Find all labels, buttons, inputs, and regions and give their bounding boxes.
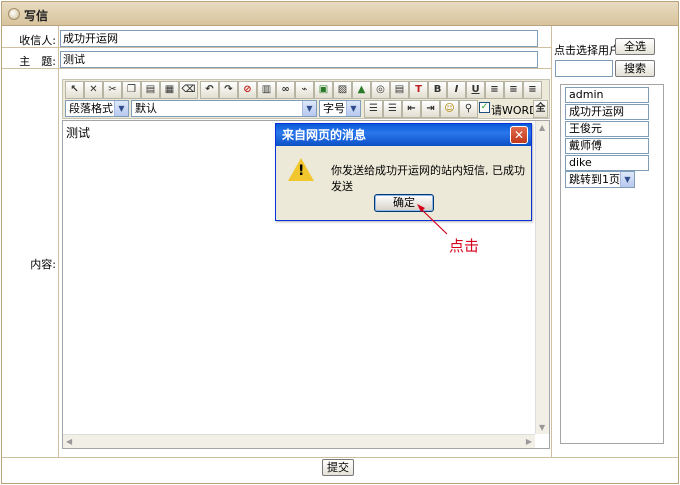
annotation-text: 点击	[449, 237, 480, 255]
annotation-arrow-icon	[417, 204, 448, 235]
compose-panel: 写信 收信人: 成功开运网 主 题: 测试 内容: ↖ ✕ ✂ ❐ ▤ ▦ ⌫ …	[1, 1, 679, 484]
